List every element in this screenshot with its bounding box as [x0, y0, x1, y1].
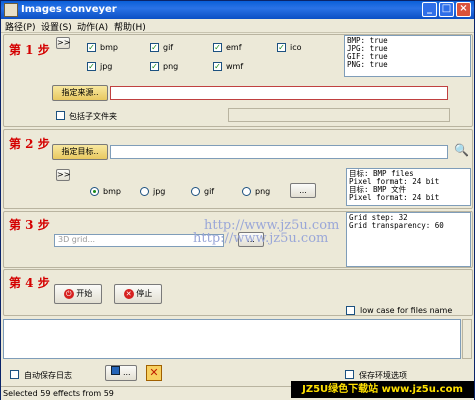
- radio-jpg[interactable]: [140, 187, 149, 196]
- radio-gif-label: gif: [204, 187, 215, 196]
- menu-bar: 路径(P) 设置(S) 动作(A) 帮助(H): [1, 19, 474, 33]
- target-button[interactable]: 指定目标..: [52, 144, 108, 160]
- menu-help[interactable]: 帮助(H): [114, 20, 146, 33]
- checkbox-png[interactable]: ✓: [150, 62, 159, 71]
- subfolders-filter-field[interactable]: [228, 108, 450, 122]
- lowercase-label: low case for files name: [360, 306, 453, 315]
- step2-label: 第 2 步: [9, 137, 50, 151]
- step1-format-info[interactable]: BMP: true JPG: true GIF: true PNG: true: [344, 35, 471, 77]
- radio-bmp[interactable]: [90, 187, 99, 196]
- checkbox-gif[interactable]: ✓: [150, 43, 159, 52]
- step3-panel: 第 3 步 3D grid... ... Grid step: 32 Grid …: [3, 211, 473, 268]
- menu-action[interactable]: 动作(A): [77, 20, 108, 33]
- app-window: Images conveyer _ □ × 路径(P) 设置(S) 动作(A) …: [0, 0, 475, 400]
- step1-label: 第 1 步: [9, 43, 50, 57]
- checkbox-png-label: png: [163, 62, 179, 71]
- start-label: 开始: [76, 289, 93, 298]
- step3-label: 第 3 步: [9, 218, 50, 232]
- source-path-input[interactable]: [110, 86, 448, 100]
- window-title: Images conveyer: [21, 4, 117, 15]
- step2-expand-button[interactable]: >>: [56, 169, 70, 181]
- stop-label: 停止: [136, 289, 153, 298]
- close-button[interactable]: ×: [456, 2, 471, 17]
- checkbox-gif-label: gif: [163, 43, 174, 52]
- checkbox-jpg-label: jpg: [100, 62, 113, 71]
- step1-panel: 第 1 步 >> ✓ bmp ✓ gif ✓ emf ✓ ico ✓ jpg ✓…: [3, 34, 473, 127]
- stop-button[interactable]: ✕ 停止: [114, 284, 162, 304]
- format-settings-button[interactable]: ...: [290, 183, 316, 198]
- source-button[interactable]: 指定来源..: [52, 85, 108, 101]
- save-log-button[interactable]: ...: [105, 365, 137, 381]
- step3-effect-info[interactable]: Grid step: 32 Grid transparency: 60: [346, 212, 471, 267]
- radio-jpg-label: jpg: [153, 187, 166, 196]
- menu-path[interactable]: 路径(P): [5, 20, 35, 33]
- target-button-label: 指定目标..: [61, 147, 99, 156]
- clear-log-button[interactable]: ✕: [146, 365, 162, 381]
- save-log-label: ...: [122, 368, 131, 377]
- stop-icon: ✕: [123, 289, 134, 299]
- title-bar: Images conveyer _ □ ×: [1, 1, 474, 19]
- radio-gif[interactable]: [191, 187, 200, 196]
- maximize-button[interactable]: □: [439, 2, 454, 17]
- autosave-checkbox[interactable]: [10, 370, 19, 379]
- source-button-label: 指定来源..: [61, 88, 99, 97]
- minimize-button[interactable]: _: [422, 2, 437, 17]
- checkbox-ico-label: ico: [290, 43, 302, 52]
- watermark-2: http://www.jz5u.com: [193, 231, 329, 246]
- step2-format-info[interactable]: 目标: BMP files Pixel format: 24 bit 目标: B…: [346, 168, 471, 206]
- autosave-label: 自动保存日志: [24, 371, 72, 380]
- log-area[interactable]: [3, 319, 461, 359]
- save-env-label: 保存环境选项: [359, 371, 407, 380]
- radio-png-label: png: [255, 187, 271, 196]
- checkbox-wmf[interactable]: ✓: [213, 62, 222, 71]
- checkbox-jpg[interactable]: ✓: [87, 62, 96, 71]
- checkbox-emf[interactable]: ✓: [213, 43, 222, 52]
- step1-expand-button[interactable]: >>: [56, 37, 70, 49]
- folder-open-icon[interactable]: 🔍: [454, 143, 469, 157]
- radio-png[interactable]: [242, 187, 251, 196]
- subfolders-checkbox[interactable]: [56, 111, 65, 120]
- checkbox-ico[interactable]: ✓: [277, 43, 286, 52]
- checkbox-wmf-label: wmf: [226, 62, 244, 71]
- checkbox-emf-label: emf: [226, 43, 242, 52]
- step4-panel: 第 4 步 ⏻ 开始 ✕ 停止 low case for files name: [3, 269, 473, 316]
- status-text: Selected 59 effects from 59: [3, 389, 114, 398]
- watermark-banner: JZ5U绿色下载站 www.jz5u.com: [291, 381, 474, 398]
- step2-panel: 第 2 步 指定目标.. 🔍 >> bmp jpg gif png ... 目标…: [3, 129, 473, 209]
- checkbox-bmp-label: bmp: [100, 43, 118, 52]
- menu-settings[interactable]: 设置(S): [41, 20, 72, 33]
- step4-label: 第 4 步: [9, 276, 50, 290]
- start-button[interactable]: ⏻ 开始: [54, 284, 102, 304]
- subfolders-label: 包括子文件夹: [69, 112, 117, 121]
- start-icon: ⏻: [63, 289, 74, 299]
- format-settings-label: ...: [299, 186, 307, 195]
- log-scrollbar[interactable]: [462, 319, 472, 359]
- checkbox-bmp[interactable]: ✓: [87, 43, 96, 52]
- app-icon: [4, 3, 18, 17]
- radio-bmp-label: bmp: [103, 187, 121, 196]
- save-env-checkbox[interactable]: [345, 370, 354, 379]
- lowercase-checkbox[interactable]: [346, 306, 355, 315]
- target-path-input[interactable]: [110, 145, 448, 159]
- save-icon: [111, 366, 121, 375]
